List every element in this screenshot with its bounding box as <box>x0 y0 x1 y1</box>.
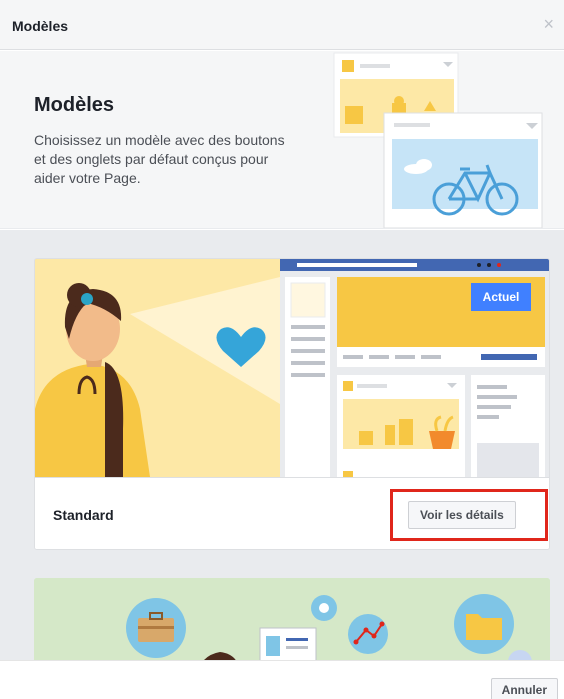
hero-section: Modèles Choisissez un modèle avec des bo… <box>0 51 564 229</box>
dialog-footer: Annuler <box>0 660 564 699</box>
dialog-title: Modèles <box>12 18 69 34</box>
current-badge: Actuel <box>471 283 531 311</box>
view-details-button[interactable]: Voir les détails <box>408 501 516 529</box>
card-footer: Standard Voir les détails <box>35 477 549 549</box>
template-name: Standard <box>53 507 114 523</box>
hero-title: Modèles <box>34 94 115 116</box>
next-template-illustration <box>34 578 550 660</box>
templates-illustration <box>333 52 543 228</box>
close-icon[interactable]: × <box>543 14 554 35</box>
dialog-header: Modèles × <box>0 0 564 50</box>
hero-description: Choisissez un modèle avec des boutons et… <box>34 132 285 186</box>
cancel-button[interactable]: Annuler <box>490 678 558 699</box>
template-card-standard[interactable]: Actuel Standard Voir les détails <box>34 258 550 550</box>
template-list[interactable]: Actuel Standard Voir les détails <box>0 230 564 660</box>
template-card-next[interactable] <box>34 578 550 660</box>
